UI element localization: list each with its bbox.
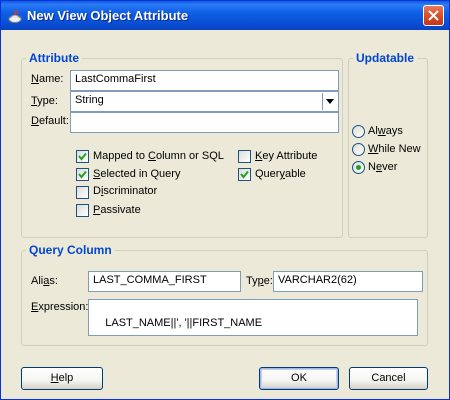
radio-selected-dot <box>356 165 361 170</box>
title-bar[interactable]: New View Object Attribute <box>1 1 449 30</box>
never-label[interactable]: Never <box>368 161 397 173</box>
key-attribute-checkbox[interactable] <box>238 150 251 163</box>
column-type-field[interactable]: VARCHAR2(62) <box>273 271 423 292</box>
while-new-radio[interactable] <box>352 143 365 156</box>
expression-label: Expression: <box>31 301 89 313</box>
chevron-down-icon <box>326 99 334 104</box>
selected-in-query-label[interactable]: Selected in Query <box>93 168 180 180</box>
updatable-group-title: Updatable <box>353 51 418 65</box>
name-field-value: LastCommaFirst <box>75 73 156 85</box>
query-column-group-title: Query Column <box>26 243 115 257</box>
help-button[interactable]: Help <box>21 367 103 390</box>
cancel-button[interactable]: Cancel <box>349 367 428 390</box>
type-label: Type: <box>31 95 58 107</box>
expression-textarea-value: LAST_NAME||', '||FIRST_NAME <box>105 317 263 329</box>
name-field[interactable]: LastCommaFirst <box>70 70 339 91</box>
close-icon <box>428 10 439 21</box>
mapped-to-column-checkbox[interactable] <box>76 150 89 163</box>
default-field[interactable] <box>70 112 339 133</box>
dialog-window: New View Object Attribute Attribute Name… <box>0 0 450 400</box>
alias-field[interactable]: LAST_COMMA_FIRST <box>88 271 241 292</box>
always-label[interactable]: Always <box>368 125 403 137</box>
column-type-field-value: VARCHAR2(62) <box>278 274 357 286</box>
passivate-label[interactable]: Passivate <box>93 204 141 216</box>
checkmark-icon <box>78 170 87 179</box>
checkmark-icon <box>78 152 87 161</box>
close-button[interactable] <box>423 5 444 26</box>
dialog-title: New View Object Attribute <box>27 8 189 23</box>
expression-textarea[interactable]: LAST_NAME||', '||FIRST_NAME <box>88 299 418 336</box>
app-icon <box>8 9 22 23</box>
ok-button[interactable]: OK <box>259 367 339 390</box>
alias-label: Alias: <box>31 275 58 287</box>
name-label: Name: <box>31 73 64 85</box>
key-attribute-label[interactable]: Key Attribute <box>255 150 317 162</box>
passivate-checkbox[interactable] <box>76 204 89 217</box>
type-combobox-value: String <box>75 94 104 106</box>
attribute-group-title: Attribute <box>26 51 82 65</box>
queryable-checkbox[interactable] <box>238 168 251 181</box>
default-label: Default: <box>31 115 69 127</box>
selected-in-query-checkbox[interactable] <box>76 168 89 181</box>
checkmark-icon <box>240 170 249 179</box>
discriminator-checkbox[interactable] <box>76 186 89 199</box>
while-new-label[interactable]: While New <box>368 143 421 155</box>
type-dropdown-button[interactable] <box>322 93 337 110</box>
mapped-to-column-label[interactable]: Mapped to Column or SQL <box>93 150 224 162</box>
queryable-label[interactable]: Queryable <box>255 168 306 180</box>
never-radio[interactable] <box>352 161 365 174</box>
type-combobox[interactable]: String <box>70 91 339 112</box>
discriminator-label[interactable]: Discriminator <box>93 185 157 197</box>
column-type-label: Type: <box>246 275 273 287</box>
always-radio[interactable] <box>352 125 365 138</box>
alias-field-value: LAST_COMMA_FIRST <box>93 274 207 286</box>
